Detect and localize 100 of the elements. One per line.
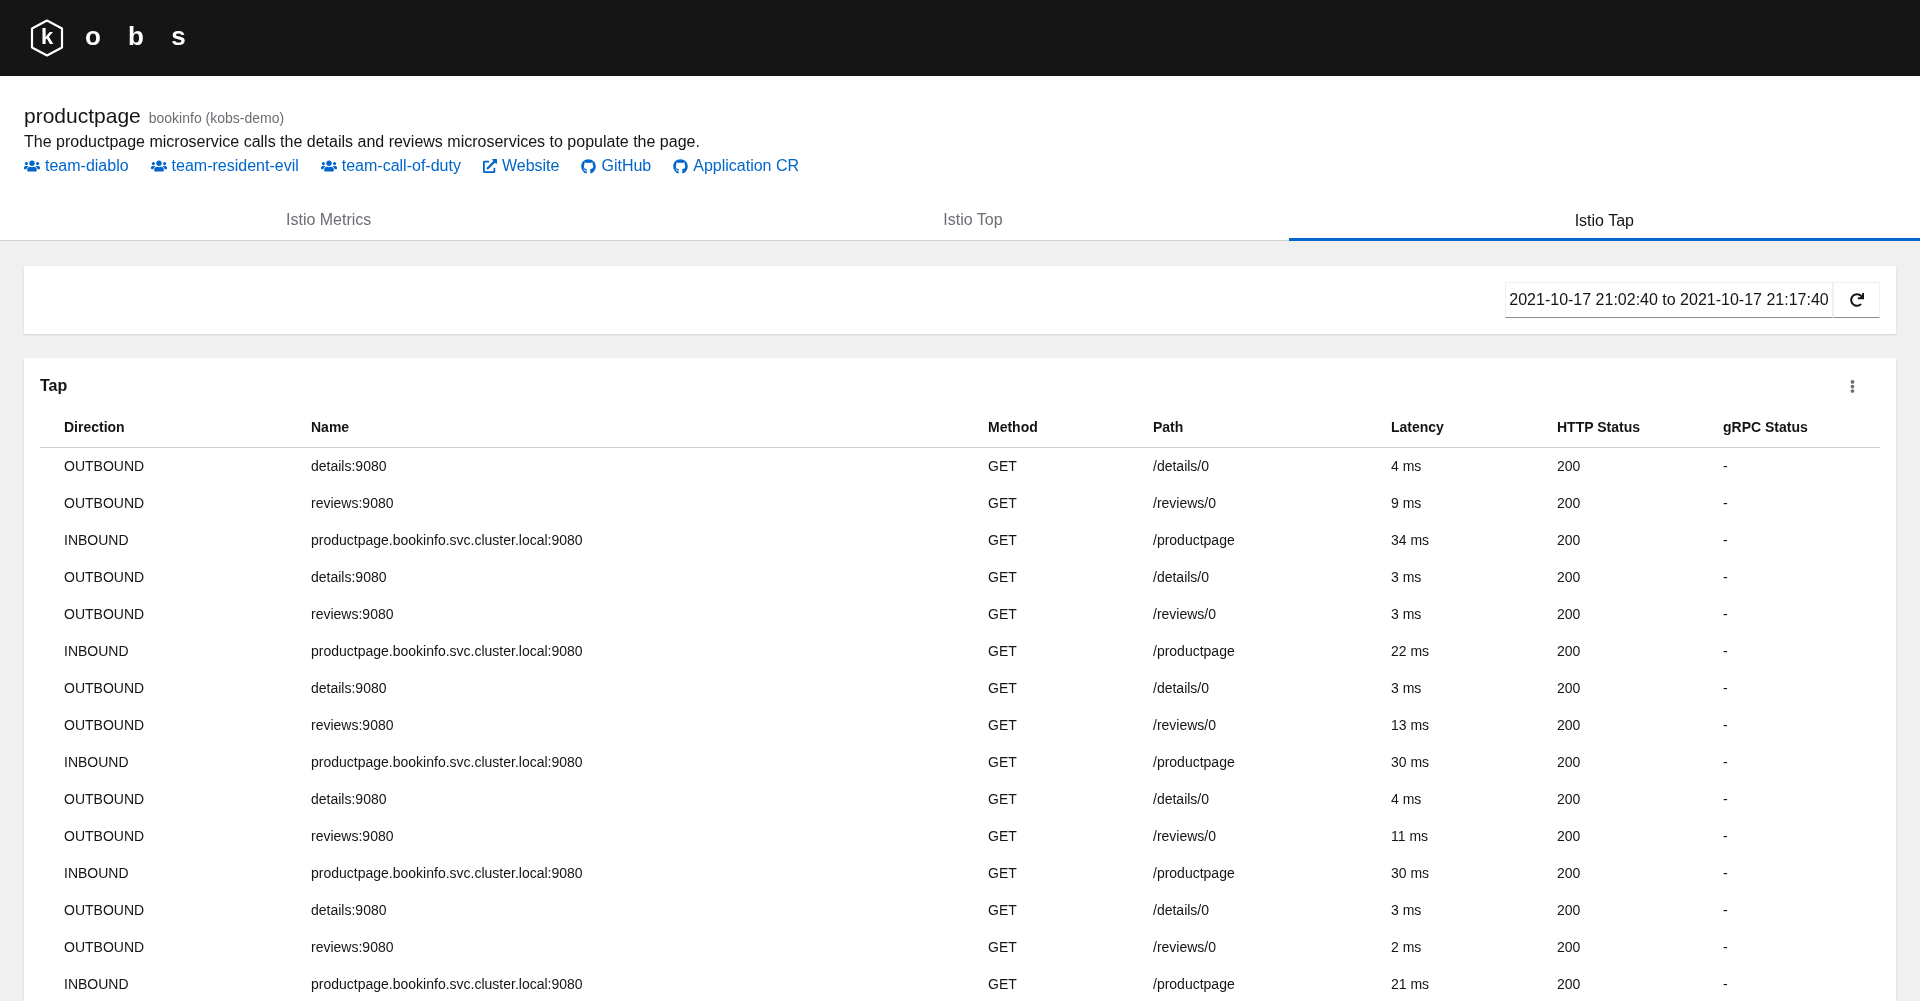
table-cell-text: /reviews/0 <box>1153 605 1218 624</box>
table-cell-text: GET <box>988 531 1018 550</box>
table-cell-text: /reviews/0 <box>1153 494 1218 513</box>
column-header[interactable]: HTTP Status <box>1557 417 1723 438</box>
link[interactable]: GitHub <box>581 154 652 178</box>
table-cell-text: GET <box>988 864 1018 883</box>
table-cell-text: 3 ms <box>1391 605 1423 624</box>
hexagon-icon <box>30 19 64 57</box>
table-cell-text: INBOUND <box>64 864 130 883</box>
tab[interactable]: Istio Metrics <box>0 200 658 240</box>
external-link-icon <box>482 159 497 173</box>
table-cell-text: 200 <box>1557 716 1582 735</box>
card-title: Tap <box>40 376 68 396</box>
table-cell-text: reviews:9080 <box>311 827 395 846</box>
table-cell-text: - <box>1723 790 1729 809</box>
table-cell-text: 200 <box>1557 642 1582 661</box>
table-cell-text: 200 <box>1557 605 1582 624</box>
table-cell-text: /reviews/0 <box>1153 827 1218 846</box>
table-cell-text: - <box>1723 494 1729 513</box>
column-header[interactable]: Method <box>988 417 1153 438</box>
application-namespace: bookinfo (kobs-demo) <box>148 109 285 128</box>
table-cell-text: details:9080 <box>311 790 388 809</box>
table-cell-text: INBOUND <box>64 753 130 772</box>
table-cell-text: /productpage <box>1153 642 1236 661</box>
table-cell-text: /details/0 <box>1153 679 1211 698</box>
table-cell-text: productpage.bookinfo.svc.cluster.local:9080 <box>311 642 584 661</box>
table-cell-text: 200 <box>1557 531 1582 550</box>
table-cell-text: OUTBOUND <box>64 494 146 513</box>
table-cell-text: details:9080 <box>311 568 388 587</box>
table-cell-text: GET <box>988 679 1018 698</box>
table-cell-text: - <box>1723 716 1729 735</box>
table-cell-text: 200 <box>1557 938 1582 957</box>
table-cell-text: - <box>1723 901 1729 920</box>
table-cell-text: OUTBOUND <box>64 938 146 957</box>
refresh-button[interactable] <box>1833 282 1880 318</box>
table-cell-text: /details/0 <box>1153 901 1211 920</box>
link[interactable]: team-resident-evil <box>150 154 299 178</box>
table-cell-text: 200 <box>1557 864 1582 883</box>
github-icon <box>581 158 597 174</box>
table-cell-text: OUTBOUND <box>64 827 146 846</box>
time-range-button[interactable]: 2021-10-17 21:02:40 to 2021-10-17 21:17:40 <box>1505 282 1833 318</box>
table-cell-text: 34 ms <box>1391 531 1431 550</box>
users-icon <box>24 159 40 173</box>
table-cell-text: /details/0 <box>1153 457 1211 476</box>
logo-text: o b s <box>85 23 186 49</box>
table-cell-text: 30 ms <box>1391 753 1431 772</box>
application-description: The productpage microservice calls the details and reviews microservices to populate the page. <box>24 132 701 152</box>
table-cell-text: 3 ms <box>1391 901 1423 920</box>
table-cell-text: /reviews/0 <box>1153 716 1218 735</box>
table-cell-text: reviews:9080 <box>311 605 395 624</box>
table-cell-text: 11 ms <box>1391 827 1430 846</box>
table-cell-text: 9 ms <box>1391 494 1423 513</box>
table-cell-text: OUTBOUND <box>64 568 146 587</box>
table-cell-text: /details/0 <box>1153 790 1211 809</box>
table-cell-text: 200 <box>1557 790 1582 809</box>
table-cell-text: GET <box>988 494 1018 513</box>
link[interactable]: Application CR <box>673 154 800 178</box>
table-cell-text: 200 <box>1557 568 1582 587</box>
table-cell-text: - <box>1723 827 1729 846</box>
table-cell-text: INBOUND <box>64 531 130 550</box>
table-cell-text: /productpage <box>1153 975 1236 994</box>
column-header[interactable]: Path <box>1153 417 1391 438</box>
table-cell-text: details:9080 <box>311 679 388 698</box>
tab[interactable]: Istio Top <box>657 200 1289 240</box>
link[interactable]: team-diablo <box>24 154 129 178</box>
table-cell-text: - <box>1723 753 1729 772</box>
table-cell-text: 2 ms <box>1391 938 1423 957</box>
kebab-icon <box>1849 378 1855 394</box>
table-cell-text: 200 <box>1557 457 1582 476</box>
table-cell-text: productpage.bookinfo.svc.cluster.local:9080 <box>311 975 584 994</box>
column-header[interactable]: gRPC Status <box>1723 417 1880 438</box>
table-cell-text: /reviews/0 <box>1153 938 1218 957</box>
table-cell-text: - <box>1723 605 1729 624</box>
table-cell-text: OUTBOUND <box>64 716 146 735</box>
link[interactable]: Website <box>482 154 560 178</box>
table-cell-text: GET <box>988 901 1018 920</box>
application-title: productpage <box>24 103 141 129</box>
column-header[interactable]: Latency <box>1391 417 1557 438</box>
link[interactable]: team-call-of-duty <box>320 154 461 178</box>
table-cell-text: GET <box>988 975 1018 994</box>
table-cell-text: 200 <box>1557 753 1582 772</box>
table-cell-text: 200 <box>1557 901 1582 920</box>
table-cell-text: GET <box>988 716 1018 735</box>
column-header[interactable]: Direction <box>64 417 311 438</box>
table-cell-text: - <box>1723 938 1729 957</box>
table-cell-text: reviews:9080 <box>311 716 395 735</box>
column-header[interactable]: Name <box>311 417 988 438</box>
table-cell-text: - <box>1723 975 1729 994</box>
table-cell-text: 3 ms <box>1391 568 1423 587</box>
table-cell-text: 4 ms <box>1391 457 1423 476</box>
table-cell-text: /productpage <box>1153 531 1236 550</box>
logo-letter: k <box>40 26 54 48</box>
table-cell-text: productpage.bookinfo.svc.cluster.local:9080 <box>311 753 584 772</box>
table-cell-text: - <box>1723 457 1729 476</box>
table-cell-text: GET <box>988 568 1018 587</box>
table-cell-text: OUTBOUND <box>64 901 146 920</box>
table-cell-text: GET <box>988 790 1018 809</box>
table-cell-text: INBOUND <box>64 975 130 994</box>
table-cell-text: details:9080 <box>311 901 388 920</box>
users-icon <box>320 159 337 173</box>
